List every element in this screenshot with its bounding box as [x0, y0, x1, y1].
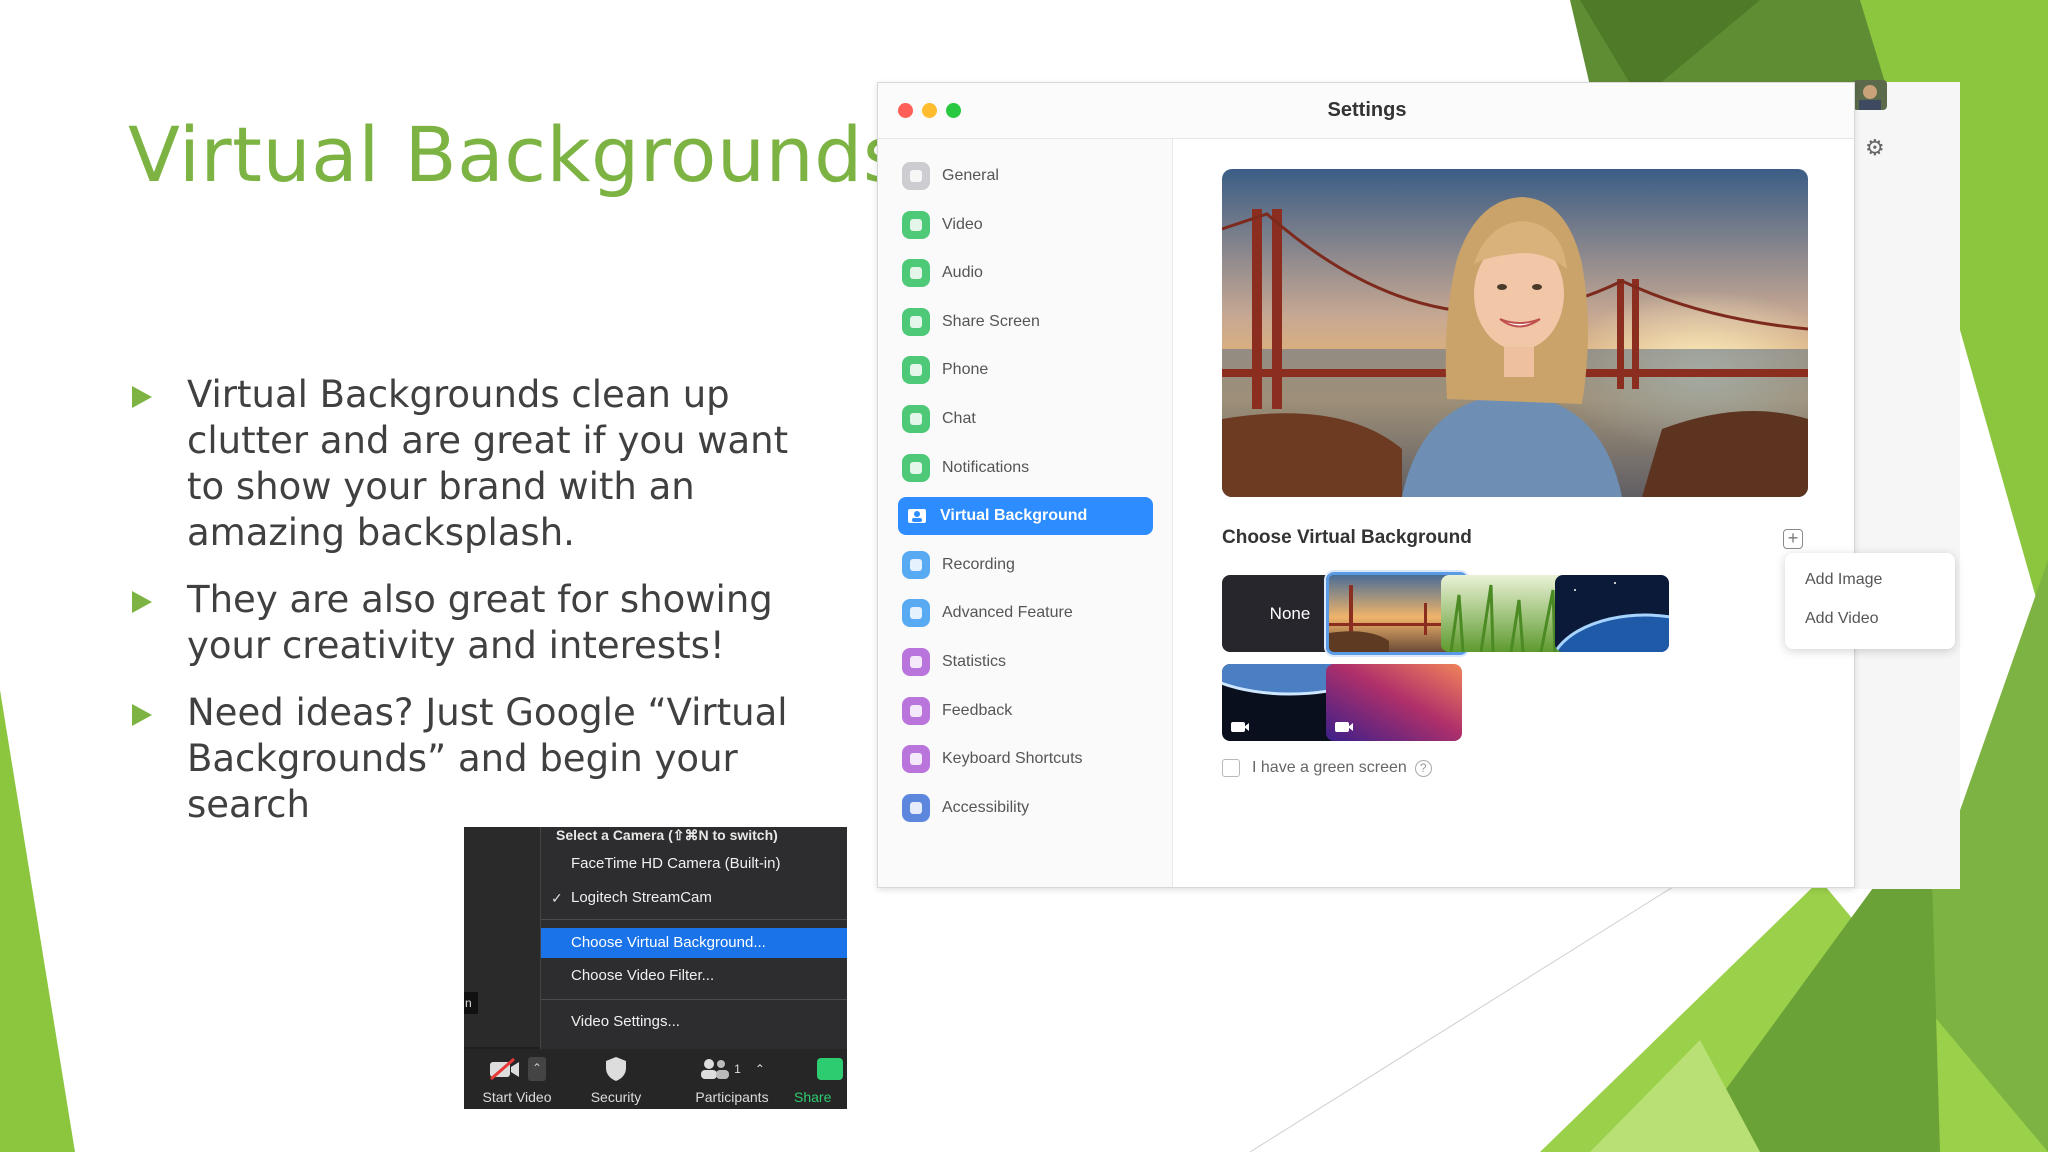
- accessibility-icon: [902, 793, 930, 822]
- green-screen-label: I have a green screen: [1252, 759, 1407, 776]
- bullet-item: Virtual Backgrounds clean up clutter and…: [130, 372, 820, 556]
- sidebar-item-advanced-feature[interactable]: Advanced Feature: [898, 594, 1153, 632]
- video-options-chevron-icon[interactable]: ⌃: [528, 1057, 546, 1081]
- participants-button[interactable]: 1 ⌃ Participants: [682, 1055, 782, 1105]
- phone-icon: [902, 356, 930, 385]
- background-thumb-gradient-video[interactable]: [1326, 664, 1462, 741]
- sidebar-item-virtual-background[interactable]: Virtual Background: [898, 497, 1153, 536]
- menu-separator: [541, 999, 847, 1000]
- bullet-list: Virtual Backgrounds clean up clutter and…: [130, 372, 820, 849]
- bullet-text: They are also great for showing your cre…: [187, 578, 773, 667]
- participants-icon: [701, 1059, 730, 1079]
- menu-item-video-settings[interactable]: Video Settings...: [541, 1007, 847, 1037]
- window-edge: [1853, 82, 1960, 889]
- chat-icon: [902, 405, 930, 433]
- camera-menu-header: Select a Camera (⇧⌘N to switch): [556, 827, 778, 843]
- title-bar: Settings: [878, 83, 1854, 139]
- camera-menu: Select a Camera (⇧⌘N to switch) FaceTime…: [540, 827, 847, 1049]
- add-video-option[interactable]: Add Video: [1805, 610, 1879, 628]
- sidebar-item-label: Feedback: [942, 701, 1013, 719]
- green-screen-checkbox[interactable]: [1222, 759, 1240, 777]
- bullet-arrow-icon: [132, 704, 152, 726]
- sidebar-item-audio[interactable]: Audio: [898, 254, 1153, 292]
- sidebar-item-feedback[interactable]: Feedback: [898, 692, 1153, 730]
- menu-item-logitech-streamcam[interactable]: ✓ Logitech StreamCam: [541, 883, 847, 913]
- feedback-icon: [902, 696, 930, 725]
- sidebar-item-label: Share Screen: [942, 312, 1040, 330]
- sidebar-item-label: Notifications: [942, 458, 1030, 476]
- help-icon[interactable]: ?: [1414, 759, 1432, 777]
- bar-chart-icon: [902, 648, 930, 676]
- sidebar-item-phone[interactable]: Phone: [898, 351, 1153, 389]
- sidebar-item-label: Virtual Background: [940, 507, 1088, 525]
- bullet-item: Need ideas? Just Google “Virtual Backgro…: [130, 690, 820, 828]
- camera-menu-screenshot: n Select a Camera (⇧⌘N to switch) FaceTi…: [464, 827, 847, 1109]
- settings-window: Settings General Video Audio Share Screen Ph…: [877, 82, 1855, 888]
- sidebar-item-statistics[interactable]: Statistics: [898, 643, 1153, 681]
- sparkle-icon: [902, 599, 930, 628]
- menu-item-choose-virtual-background[interactable]: Choose Virtual Background...: [541, 928, 847, 958]
- sidebar-item-label: Statistics: [942, 653, 1007, 670]
- virtual-background-panel: Choose Virtual Background + None I have …: [1174, 139, 1854, 887]
- video-icon: [902, 210, 930, 239]
- sidebar-item-label: General: [942, 167, 999, 184]
- menu-item-facetime-camera[interactable]: FaceTime HD Camera (Built-in): [541, 849, 847, 879]
- sidebar-item-share-screen[interactable]: Share Screen: [898, 303, 1153, 341]
- sidebar-item-label: Audio: [942, 264, 983, 282]
- bullet-item: They are also great for showing your cre…: [130, 577, 820, 669]
- add-image-option[interactable]: Add Image: [1805, 571, 1882, 589]
- sidebar-item-label: Advanced Feature: [942, 604, 1073, 622]
- bell-icon: [902, 453, 930, 482]
- slide-title: Virtual Backgrounds: [128, 110, 903, 199]
- avatar: [1853, 80, 1887, 110]
- gear-icon[interactable]: ⚙: [1865, 136, 1885, 161]
- sidebar-item-chat[interactable]: Chat: [898, 400, 1153, 438]
- menu-separator: [541, 919, 847, 920]
- green-screen-option[interactable]: I have a green screen ?: [1222, 759, 1432, 777]
- share-icon: [817, 1058, 843, 1080]
- settings-sidebar: General Video Audio Share Screen Phone Chat No…: [878, 139, 1173, 887]
- background-preview: [1222, 169, 1808, 497]
- video-area: [464, 827, 540, 1047]
- general-icon: [902, 162, 930, 190]
- bullet-arrow-icon: [132, 591, 152, 613]
- bullet-arrow-icon: [132, 386, 152, 408]
- video-off-icon: [490, 1057, 519, 1081]
- background-thumb-earth[interactable]: [1555, 575, 1669, 652]
- sidebar-item-notifications[interactable]: Notifications: [898, 449, 1153, 487]
- sidebar-item-general[interactable]: General: [898, 157, 1153, 195]
- sidebar-item-label: Video: [942, 215, 983, 233]
- record-icon: [902, 550, 930, 579]
- virtual-background-icon: [906, 505, 928, 527]
- menu-item-choose-video-filter[interactable]: Choose Video Filter...: [541, 961, 847, 991]
- sidebar-item-label: Chat: [942, 410, 976, 427]
- sidebar-item-recording[interactable]: Recording: [898, 546, 1153, 584]
- video-camera-icon: [1335, 722, 1353, 732]
- security-button[interactable]: Security: [576, 1055, 656, 1105]
- sidebar-item-label: Accessibility: [942, 798, 1030, 816]
- share-screen-icon: [902, 307, 930, 336]
- keyboard-icon: [902, 745, 930, 774]
- start-video-button[interactable]: ⌃ Start Video: [472, 1055, 562, 1105]
- choose-virtual-background-heading: Choose Virtual Background: [1222, 527, 1472, 548]
- video-camera-icon: [1231, 722, 1249, 732]
- sidebar-item-label: Keyboard Shortcuts: [942, 750, 1083, 768]
- shield-icon: [606, 1057, 626, 1081]
- sidebar-item-label: Recording: [942, 555, 1015, 573]
- bullet-text: Need ideas? Just Google “Virtual Backgro…: [187, 691, 788, 826]
- add-background-menu: Add Image Add Video: [1785, 553, 1955, 649]
- sidebar-item-video[interactable]: Video: [898, 206, 1153, 244]
- bullet-text: Virtual Backgrounds clean up clutter and…: [187, 373, 789, 554]
- sidebar-item-accessibility[interactable]: Accessibility: [898, 789, 1153, 827]
- share-button[interactable]: Share: [794, 1055, 844, 1105]
- sidebar-item-keyboard-shortcuts[interactable]: Keyboard Shortcuts: [898, 740, 1153, 778]
- headphones-icon: [902, 259, 930, 288]
- sidebar-item-label: Phone: [942, 361, 989, 379]
- add-background-icon[interactable]: +: [1783, 529, 1803, 549]
- window-title: Settings: [1327, 99, 1407, 121]
- checkmark-icon: ✓: [551, 890, 563, 906]
- side-letter: n: [464, 992, 478, 1014]
